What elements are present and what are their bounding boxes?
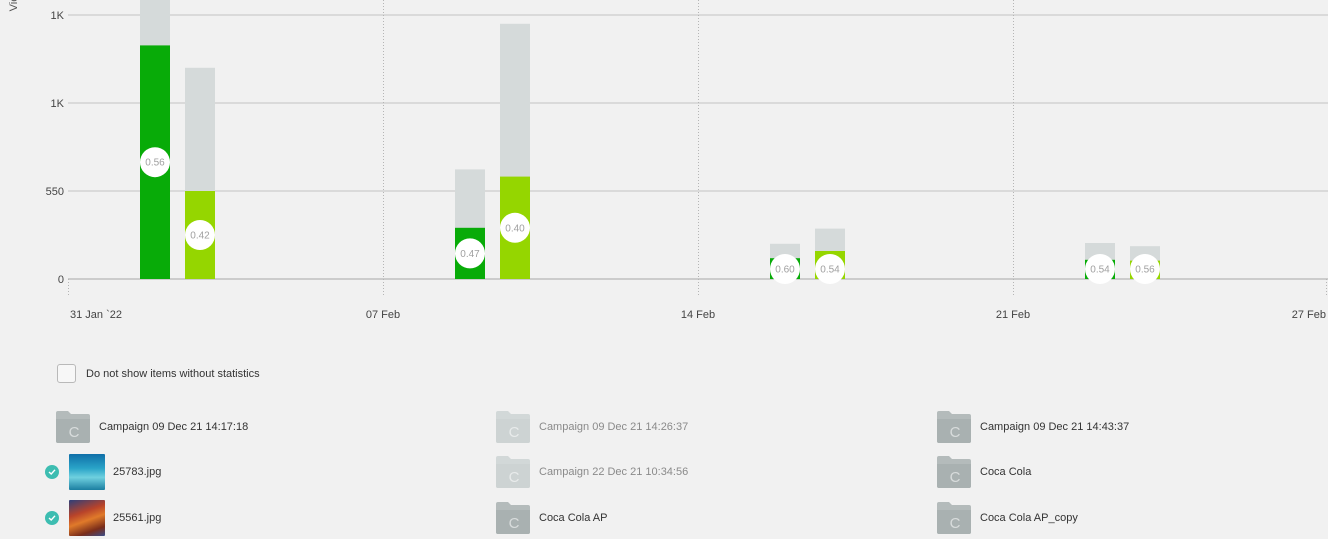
x-tick-label: 27 Feb — [1292, 309, 1326, 321]
statistics-filter: Do not show items without statistics — [57, 364, 260, 383]
hide-empty-label: Do not show items without statistics — [86, 367, 260, 380]
item-label: Campaign 09 Dec 21 14:17:18 — [99, 421, 249, 433]
campaign-item[interactable]: C Coca Cola AP — [495, 500, 607, 536]
svg-text:C: C — [950, 515, 961, 532]
item-label: Coca Cola — [980, 466, 1032, 478]
folder-icon: C — [937, 502, 971, 534]
image-item[interactable]: 25561.jpg — [45, 500, 161, 536]
item-label: 25783.jpg — [113, 466, 162, 478]
item-label: 25561.jpg — [113, 512, 162, 524]
svg-text:C: C — [950, 469, 961, 486]
folder-icon: C — [496, 411, 530, 443]
ratio-label: 0.40 — [505, 223, 525, 234]
ratio-label: 0.47 — [460, 249, 480, 260]
check-icon[interactable] — [45, 511, 59, 525]
campaign-item[interactable]: C Coca Cola — [936, 454, 1031, 490]
campaign-item[interactable]: C Coca Cola AP_copy — [936, 500, 1078, 536]
folder-icon: C — [937, 456, 971, 488]
ratio-label: 0.54 — [1090, 265, 1110, 276]
svg-text:C: C — [509, 424, 520, 441]
ratio-label: 0.42 — [190, 231, 210, 242]
bar-group — [140, 0, 1160, 280]
campaign-item[interactable]: C Campaign 09 Dec 21 14:43:37 — [936, 409, 1129, 445]
y-tick-label: 1K — [51, 10, 65, 22]
x-axis-ticks: 31 Jan `22 07 Feb 14 Feb 21 Feb 27 Feb — [70, 309, 1326, 321]
folder-icon: C — [56, 411, 90, 443]
campaign-item[interactable]: C Campaign 09 Dec 21 14:26:37 — [495, 409, 688, 445]
item-label: Coca Cola AP_copy — [980, 512, 1078, 524]
item-label: Coca Cola AP — [539, 512, 608, 524]
svg-text:C: C — [509, 469, 520, 486]
y-axis-ticks: 0 550 1K 1K — [46, 10, 65, 286]
folder-icon: C — [937, 411, 971, 443]
x-tick-label: 21 Feb — [996, 309, 1030, 321]
image-thumbnail — [69, 500, 105, 536]
y-tick-label: 550 — [46, 186, 64, 198]
item-label: Campaign 09 Dec 21 14:43:37 — [980, 421, 1130, 433]
hide-empty-checkbox[interactable] — [57, 364, 76, 383]
ratio-label: 0.56 — [145, 158, 165, 169]
ratio-label: 0.60 — [775, 265, 795, 276]
x-tick-label: 07 Feb — [366, 309, 400, 321]
check-icon[interactable] — [45, 465, 59, 479]
y-tick-label: 0 — [58, 274, 64, 286]
x-tick-label: 14 Feb — [681, 309, 715, 321]
campaign-item[interactable]: C Campaign 09 Dec 21 14:17:18 — [55, 409, 248, 445]
image-thumbnail — [69, 454, 105, 490]
folder-icon: C — [496, 502, 530, 534]
y-axis-title: Views / Shows — [8, 0, 20, 60]
folder-icon: C — [496, 456, 530, 488]
item-label: Campaign 09 Dec 21 14:26:37 — [539, 421, 689, 433]
svg-text:C: C — [509, 515, 520, 532]
ratio-labels: 0.56 0.42 0.47 0.40 0.60 0.54 0.54 0.56 — [140, 147, 1160, 284]
ratio-label: 0.56 — [1135, 265, 1155, 276]
image-item[interactable]: 25783.jpg — [45, 454, 161, 490]
svg-text:C: C — [950, 424, 961, 441]
views-shows-chart: 0 550 1K 1K 31 Jan `22 07 Feb 14 Feb 21 Feb 27 … — [46, 0, 1328, 321]
item-label: Campaign 22 Dec 21 10:34:56 — [539, 466, 689, 478]
ratio-label: 0.54 — [820, 265, 840, 276]
campaign-item[interactable]: C Campaign 22 Dec 21 10:34:56 — [495, 454, 688, 490]
x-tick-label: 31 Jan `22 — [70, 309, 122, 321]
svg-text:C: C — [69, 424, 80, 441]
y-tick-label: 1K — [51, 98, 65, 110]
